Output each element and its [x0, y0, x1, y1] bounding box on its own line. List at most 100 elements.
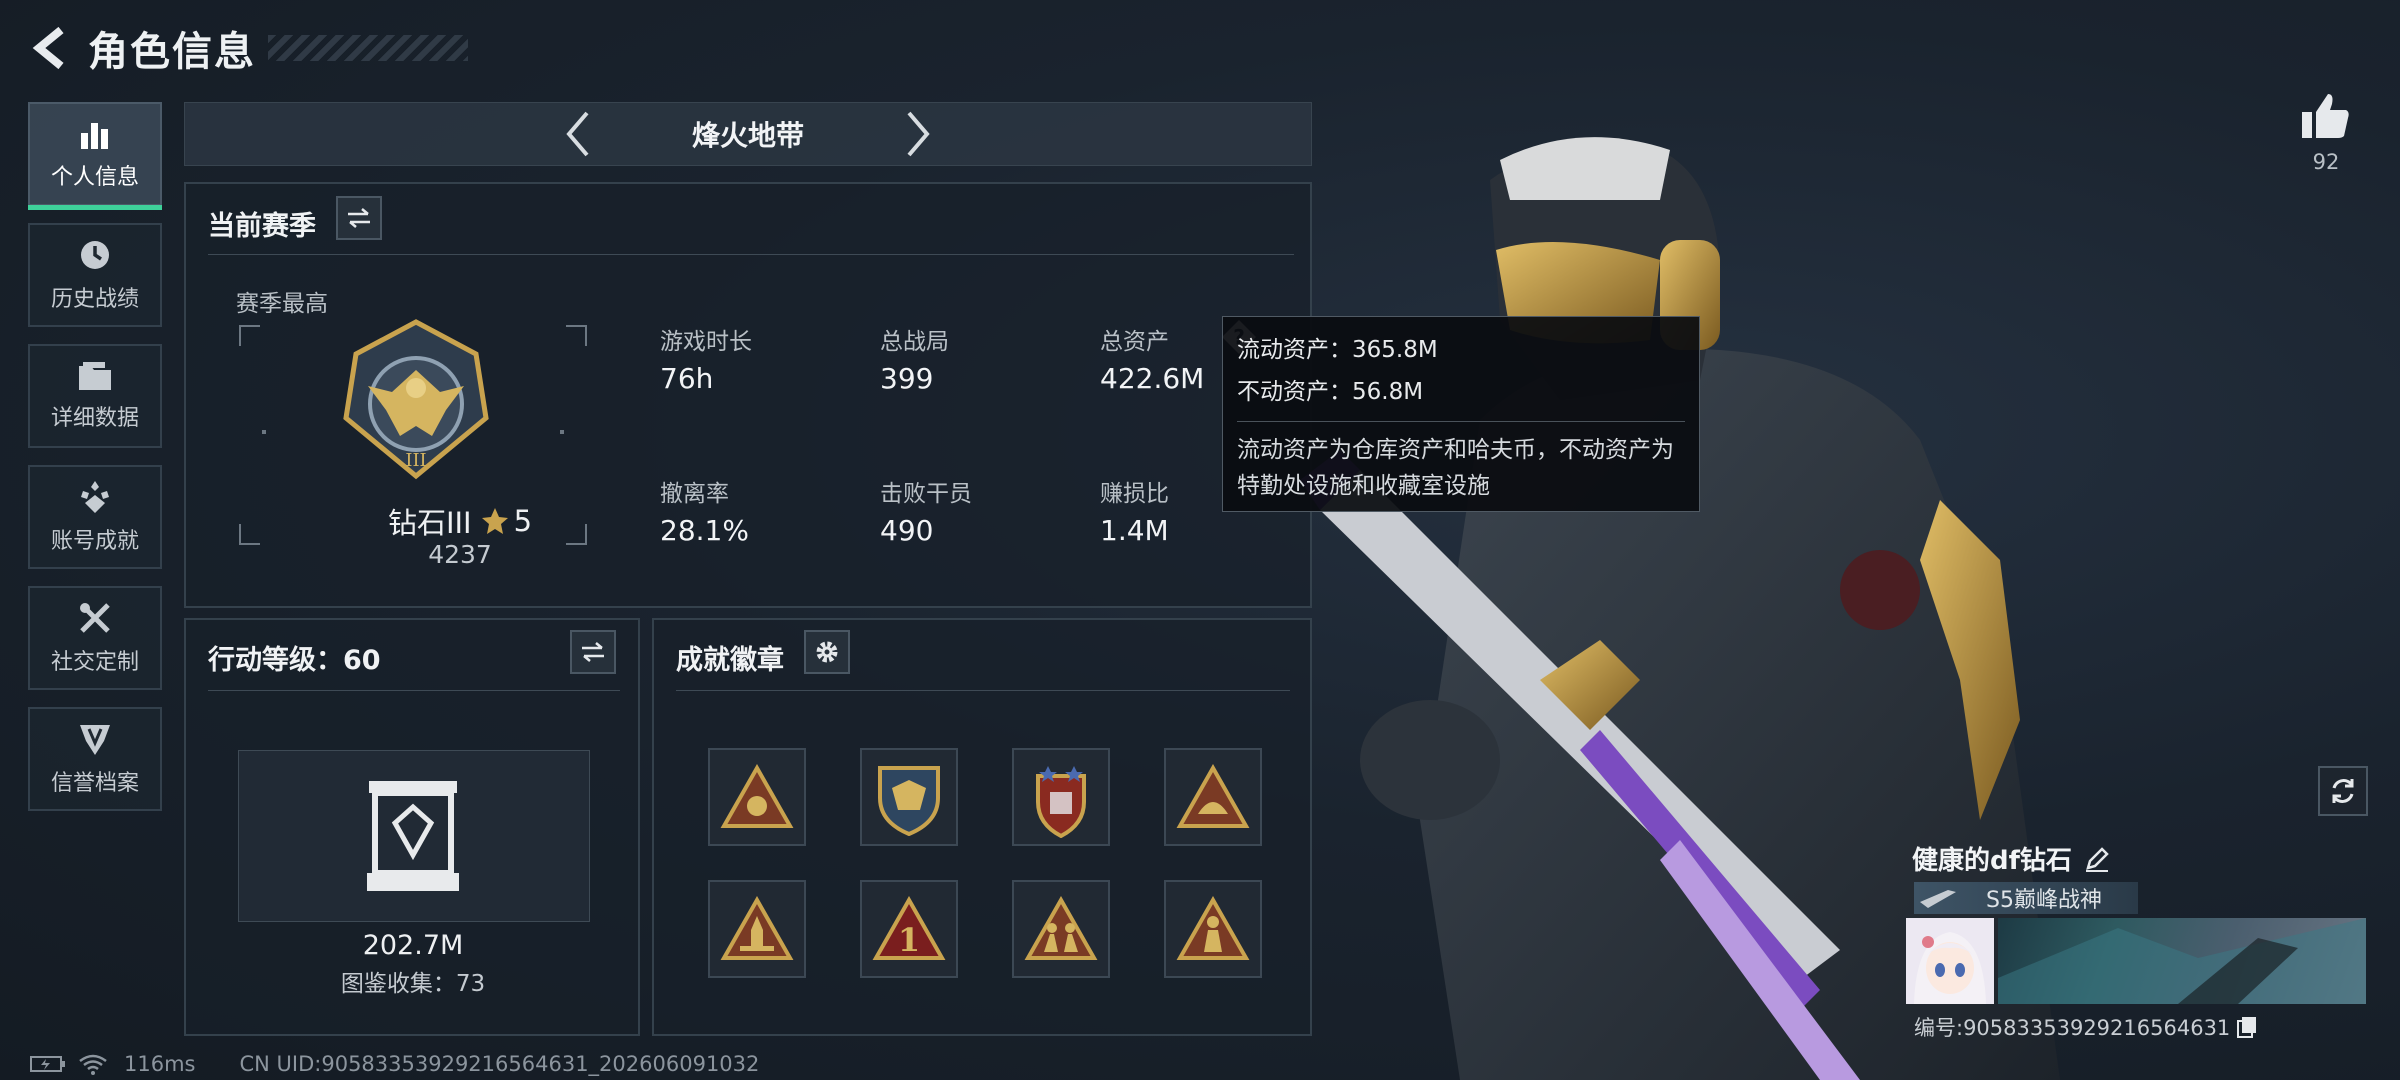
gun-emblem-icon — [1920, 890, 1956, 908]
season-title: 当前赛季 — [208, 211, 316, 242]
copy-icon[interactable] — [2236, 1015, 2258, 1039]
badges-panel: 成就徽章 1 — [652, 618, 1312, 1036]
triangle-figure-icon — [1176, 896, 1250, 960]
like-count: 92 — [2312, 150, 2340, 174]
badge-item[interactable] — [1164, 880, 1262, 978]
chevron-left-icon — [566, 111, 589, 157]
triangle-crest-icon — [720, 764, 794, 828]
status-bar: 116ms CN UID:9058335392921656463​1_20260… — [30, 1052, 759, 1076]
collection-display-case-icon — [367, 781, 459, 891]
mode-prev-button[interactable] — [548, 104, 608, 164]
collection-count: 图鉴收集：73 — [340, 971, 486, 997]
divider — [208, 254, 1294, 255]
badge-item[interactable] — [708, 748, 806, 846]
badge-item[interactable] — [1164, 748, 1262, 846]
badge-item[interactable] — [1012, 748, 1110, 846]
stat-label-extract-rate: 撤离率 — [660, 481, 729, 507]
title-tag-text: S5巅峰战神 — [1986, 888, 2102, 913]
star-shield-icon — [1036, 766, 1086, 838]
stat-label-kills: 击败干员 — [880, 481, 972, 507]
stat-value-total-matches: 399 — [880, 362, 934, 395]
achievement-icon — [81, 481, 109, 513]
stat-label-total-matches: 总战局 — [880, 329, 949, 355]
stat-label-profit-ratio: 赚损比 — [1100, 481, 1169, 507]
action-switch-button[interactable] — [570, 630, 616, 674]
season-switch-button[interactable] — [336, 196, 382, 240]
stat-value-extract-rate: 28.1% — [660, 514, 749, 547]
refresh-button[interactable] — [2318, 766, 2368, 816]
stat-value-kills: 490 — [880, 514, 934, 547]
tooltip-fixed-assets: 不动资产：56.8M — [1237, 379, 1424, 405]
stat-value-playtime: 76h — [660, 362, 714, 395]
chevron-right-icon — [907, 111, 930, 157]
edit-pencil-icon[interactable] — [2082, 844, 2112, 874]
folder-icon — [79, 362, 111, 390]
stat-value-profit-ratio: 1.4M — [1100, 514, 1169, 547]
mode-title: 烽火地带 — [691, 119, 804, 152]
star-icon — [481, 508, 508, 534]
swap-icon — [348, 208, 370, 228]
back-arrow-icon — [32, 26, 64, 70]
badges-settings-button[interactable] — [804, 630, 850, 674]
nav-item-achievements[interactable]: 账号成就 — [28, 465, 162, 569]
profile-banner-image — [1998, 918, 2366, 1004]
badge-item[interactable] — [860, 748, 958, 846]
triangle-number-one-icon: 1 — [872, 896, 946, 960]
reputation-icon — [80, 725, 110, 755]
nav-label: 个人信息 — [50, 165, 139, 190]
title-tag: S5巅峰战神 — [1914, 882, 2138, 914]
refresh-icon — [2332, 779, 2354, 803]
season-panel: 当前赛季 赛季最高 III 钻石III 5 4237 游戏时长 76h 总战局 … — [184, 182, 1312, 608]
tools-icon — [80, 603, 110, 633]
nav-item-social-custom[interactable]: 社交定制 — [28, 586, 162, 690]
nav-label: 账号成就 — [50, 529, 139, 554]
gear-icon — [816, 641, 838, 663]
player-name: 健康的df钻石 — [1912, 846, 2072, 876]
triangle-soldiers-icon — [1024, 896, 1098, 960]
page-title: 角色信息 — [88, 29, 256, 75]
rank-name: 钻石III — [387, 506, 472, 540]
sidebar-nav: 个人信息 历史战绩 详细数据 账号成就 社交定制 信誉档案 — [28, 102, 166, 828]
history-clock-icon — [81, 241, 109, 269]
bar-chart-icon — [81, 123, 108, 149]
mode-next-button[interactable] — [888, 104, 948, 164]
rank-score: 4237 — [428, 540, 492, 569]
nav-label: 信誉档案 — [50, 771, 139, 796]
badge-item[interactable] — [1012, 880, 1110, 978]
profile-id: 编号:9058335392921656463​1 — [1914, 1016, 2231, 1040]
ping-value: 116ms — [124, 1052, 196, 1076]
like-button[interactable]: 92 — [2298, 92, 2354, 174]
triangle-helmet-icon — [1176, 764, 1250, 828]
divider — [208, 690, 620, 691]
diamond-rank-emblem-icon: III — [343, 319, 489, 480]
badge-item[interactable]: 1 — [860, 880, 958, 978]
avatar[interactable] — [1906, 918, 1994, 1004]
stat-label-playtime: 游戏时长 — [660, 329, 752, 355]
collection-display — [238, 750, 590, 922]
uid-text: CN UID:9058335392921656463​1_20260609103… — [239, 1052, 760, 1076]
nav-label: 详细数据 — [50, 406, 139, 431]
season-best-label: 赛季最高 — [236, 291, 328, 317]
triangle-rocket-icon — [720, 896, 794, 960]
action-level-title: 行动等级：60 — [208, 645, 381, 676]
action-level-panel: 行动等级：60 202.7M 图鉴收集：73 — [184, 618, 640, 1036]
back-button[interactable] — [28, 25, 74, 71]
collection-value: 202.7M — [362, 930, 464, 961]
profile-name-row: 健康的df钻石 — [1912, 840, 2112, 877]
battery-icon — [30, 1056, 65, 1072]
tooltip-liquid-assets: 流动资产：365.8M — [1237, 337, 1438, 363]
nav-item-history[interactable]: 历史战绩 — [28, 223, 162, 327]
svg-text:1: 1 — [898, 921, 920, 959]
shield-crest-icon — [878, 766, 940, 836]
nav-item-personal-info[interactable]: 个人信息 — [28, 102, 162, 210]
nav-label: 社交定制 — [50, 650, 139, 675]
nav-item-detailed-data[interactable]: 详细数据 — [28, 344, 162, 448]
svg-text:III: III — [405, 450, 426, 471]
nav-label: 历史战绩 — [50, 287, 139, 312]
badges-title: 成就徽章 — [676, 645, 784, 676]
divider — [676, 690, 1290, 691]
swap-icon — [582, 642, 604, 662]
nav-item-reputation[interactable]: 信誉档案 — [28, 707, 162, 811]
anime-avatar-icon — [1906, 918, 1994, 1004]
badge-item[interactable] — [708, 880, 806, 978]
